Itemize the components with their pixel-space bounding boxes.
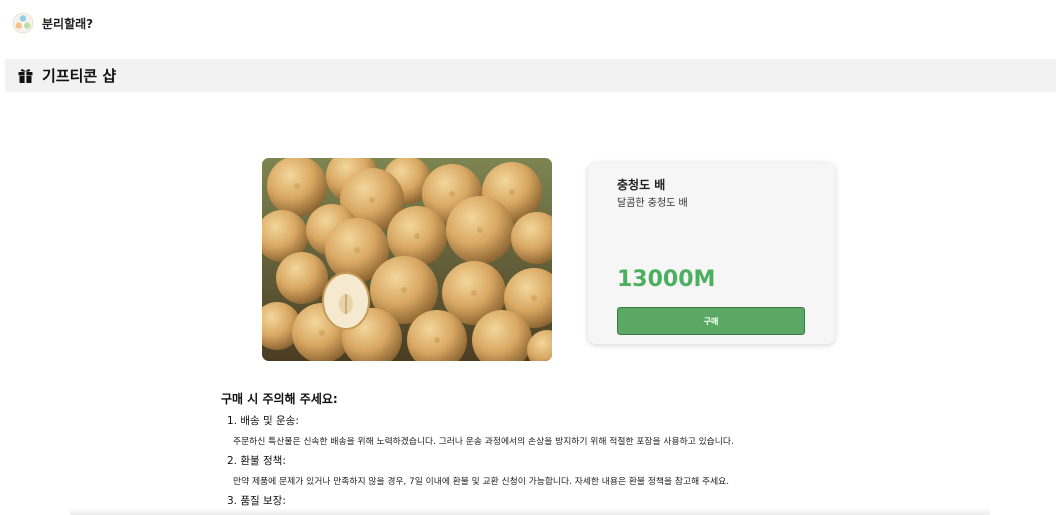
- product-description: 달콤한 충청도 배: [617, 198, 688, 209]
- page-title: 기프티콘 샵: [42, 67, 117, 85]
- buy-button[interactable]: 구매: [617, 307, 805, 335]
- notice-item-heading: 2. 환불 정책:: [227, 455, 286, 467]
- product-price: 13000M: [617, 267, 716, 292]
- notice-item-heading: 3. 품질 보장:: [227, 495, 286, 507]
- recycle-logo-icon[interactable]: [12, 12, 34, 34]
- section-header: 기프티콘 샵: [5, 59, 1056, 92]
- notice-item-heading: 1. 배송 및 운송:: [227, 415, 299, 427]
- purchase-notice: 구매 시 주의해 주세요: 1. 배송 및 운송: 주문하신 특산물은 신속한 …: [221, 390, 981, 514]
- product-image: [262, 158, 552, 361]
- product-name: 충청도 배: [617, 178, 666, 192]
- notice-item-body: 주문하신 특산물은 신속한 배송을 위해 노력하겠습니다. 그러나 운송 과정에…: [233, 437, 734, 447]
- top-header: 분리할래?: [0, 0, 1056, 46]
- gift-icon: [18, 69, 33, 83]
- notice-item-body: 만약 제품에 문제가 있거나 만족하지 않을 경우, 7일 이내에 환불 및 교…: [233, 477, 730, 487]
- brand-name[interactable]: 분리할래?: [42, 15, 93, 32]
- scroll-fade: [70, 508, 990, 515]
- product-card: 충청도 배 달콤한 충청도 배 13000M 구매: [588, 163, 835, 344]
- notice-title: 구매 시 주의해 주세요:: [221, 392, 338, 406]
